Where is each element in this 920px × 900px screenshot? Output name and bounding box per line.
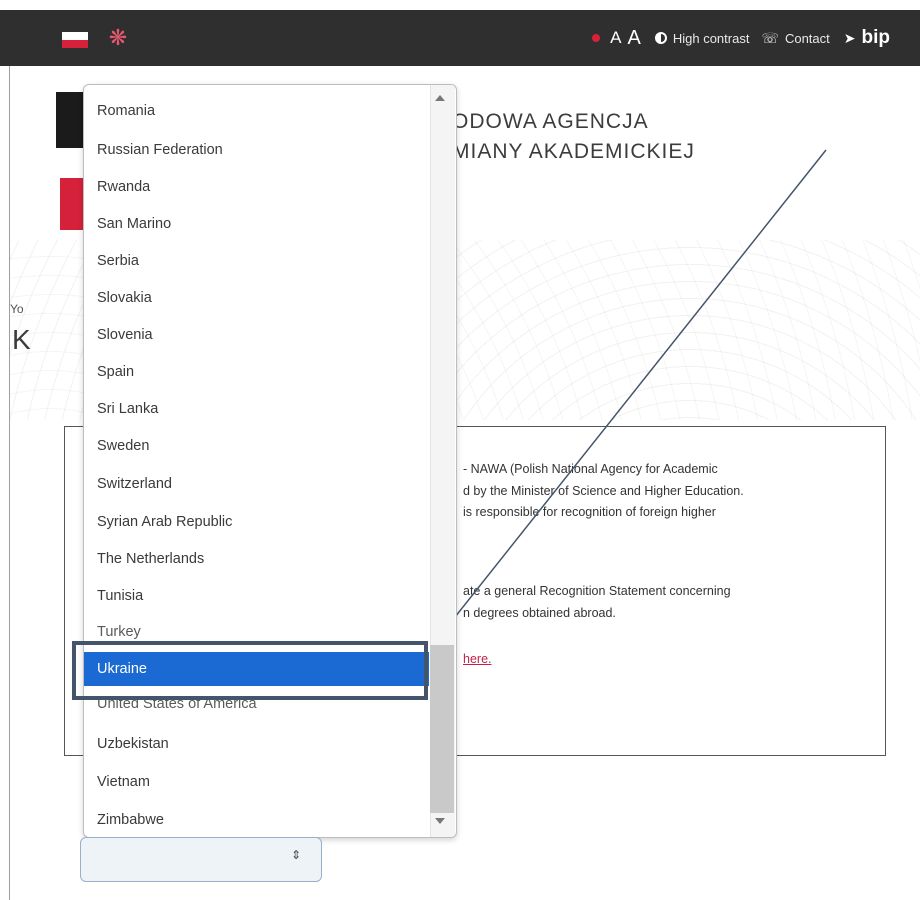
polish-flag-icon[interactable] xyxy=(62,32,88,48)
page-title-snippet: K xyxy=(12,324,31,355)
scroll-up-arrow-icon[interactable] xyxy=(435,95,445,101)
country-option[interactable]: Serbia xyxy=(84,244,429,278)
country-dropdown-list[interactable]: Romania Russian Federation Rwanda San Ma… xyxy=(83,84,457,838)
breadcrumb-snippet: Yo xyxy=(10,302,24,316)
uk-flag-icon[interactable]: ❋ xyxy=(104,26,132,50)
font-size-normal-button[interactable]: A xyxy=(610,28,621,48)
country-option[interactable]: Sweden xyxy=(84,429,429,463)
country-option[interactable]: The Netherlands xyxy=(84,542,429,576)
font-size-large-button[interactable]: A xyxy=(628,27,641,50)
nawa-logo-dark-part[interactable] xyxy=(56,92,86,148)
contact-link[interactable]: Contact xyxy=(785,31,830,46)
country-option[interactable]: Vietnam xyxy=(84,765,429,799)
bip-link[interactable]: bip xyxy=(862,27,891,49)
annotation-highlight-box xyxy=(72,641,428,700)
country-select[interactable] xyxy=(80,837,322,882)
country-option[interactable]: Rwanda xyxy=(84,170,429,204)
agency-name-line1: ODOWA AGENCJA xyxy=(452,110,649,133)
here-link[interactable]: here. xyxy=(463,652,492,666)
font-size-indicator-icon xyxy=(592,34,601,42)
country-option[interactable]: Tunisia xyxy=(84,579,429,613)
country-option[interactable]: Slovakia xyxy=(84,281,429,315)
info-text-line: ate a general Recognition Statement conc… xyxy=(463,584,731,598)
top-bar: ❋ A A High contrast ☏ Contact ➤ bip xyxy=(0,10,920,66)
country-option[interactable]: Romania xyxy=(84,94,429,128)
country-option[interactable]: Zimbabwe xyxy=(84,803,429,837)
contrast-icon[interactable] xyxy=(654,32,667,44)
info-text-line: - NAWA (Polish National Agency for Acade… xyxy=(463,462,718,476)
info-text-line: d by the Minister of Science and Higher … xyxy=(463,484,744,498)
scroll-down-arrow-icon[interactable] xyxy=(435,818,445,824)
country-option[interactable]: Slovenia xyxy=(84,318,429,352)
country-option[interactable]: Russian Federation xyxy=(84,133,429,167)
high-contrast-link[interactable]: High contrast xyxy=(673,31,750,46)
phone-icon: ☏ xyxy=(761,29,779,46)
agency-name-line2: MIANY AKADEMICKIEJ xyxy=(452,140,695,163)
country-option[interactable]: Uzbekistan xyxy=(84,727,429,761)
accessibility-toolbar: A A High contrast ☏ Contact ➤ bip xyxy=(592,24,890,52)
select-updown-arrow-icon[interactable]: ⇕ xyxy=(291,848,301,862)
info-text-line: n degrees obtained abroad. xyxy=(463,606,616,620)
country-option[interactable]: Switzerland xyxy=(84,467,429,501)
country-option[interactable]: Syrian Arab Republic xyxy=(84,505,429,539)
country-option[interactable]: Sri Lanka xyxy=(84,392,429,426)
country-option[interactable]: San Marino xyxy=(84,207,429,241)
dropdown-scrollbar-thumb[interactable] xyxy=(430,645,454,813)
country-option[interactable]: Spain xyxy=(84,355,429,389)
bip-arrow-icon: ➤ xyxy=(843,29,856,46)
info-text-line: is responsible for recognition of foreig… xyxy=(463,505,716,519)
